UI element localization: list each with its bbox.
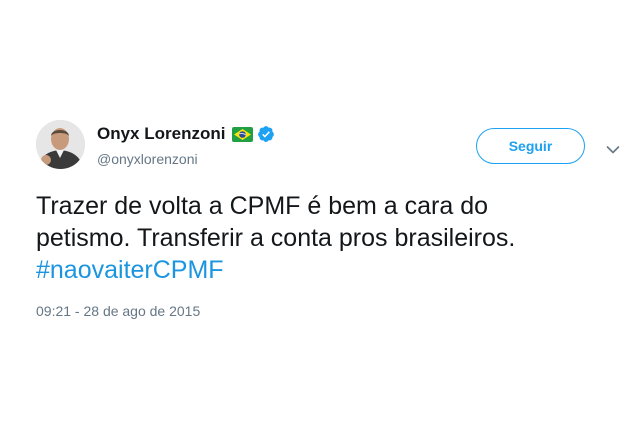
- follow-button[interactable]: Seguir: [476, 128, 585, 164]
- tweet-timestamp[interactable]: 09:21 - 28 de ago de 2015: [36, 303, 200, 319]
- author-row: Onyx Lorenzoni: [97, 124, 275, 144]
- brazil-flag-icon: [232, 126, 254, 142]
- author-name[interactable]: Onyx Lorenzoni: [97, 124, 225, 144]
- avatar[interactable]: [36, 120, 85, 169]
- chevron-down-icon[interactable]: [606, 142, 620, 154]
- tweet-line: petismo. Transferir a conta pros brasile…: [36, 224, 516, 252]
- verified-badge-icon: [257, 125, 275, 143]
- tweet-line: Trazer de volta a CPMF é bem a cara do: [36, 192, 489, 220]
- author-handle[interactable]: @onyxlorenzoni: [97, 151, 198, 167]
- tweet-text: Trazer de volta a CPMF é bem a cara do p…: [36, 190, 606, 286]
- hashtag-link[interactable]: #naovaiterCPMF: [36, 256, 224, 284]
